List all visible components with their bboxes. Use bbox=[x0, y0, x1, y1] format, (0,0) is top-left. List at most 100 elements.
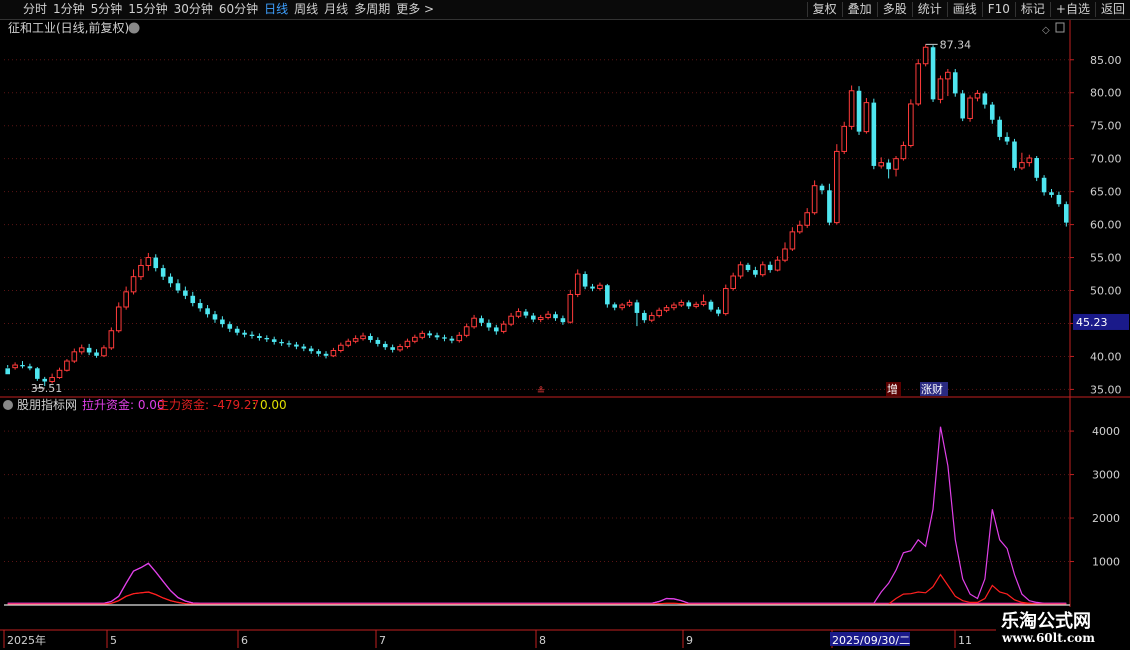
price-tick-label: 80.00 bbox=[1090, 87, 1122, 100]
candle-body bbox=[693, 303, 699, 307]
candle-body bbox=[5, 368, 10, 375]
candle-body bbox=[175, 283, 181, 291]
candle-body bbox=[759, 264, 766, 276]
candle-body bbox=[323, 353, 329, 356]
period-tab-6[interactable]: 日线 bbox=[261, 2, 291, 17]
indicator-tick-label: 2000 bbox=[1092, 512, 1120, 525]
candle-body bbox=[493, 327, 499, 332]
candle-body bbox=[286, 343, 292, 345]
period-tab-0[interactable]: 分时 bbox=[20, 2, 50, 17]
candle-body bbox=[930, 47, 936, 100]
candle-body bbox=[656, 309, 662, 317]
candle-body bbox=[605, 285, 610, 305]
candle-body bbox=[345, 340, 352, 346]
candle-body bbox=[279, 341, 284, 344]
candle-body bbox=[531, 315, 536, 320]
chart-title: 征和工业(日线,前复权) bbox=[8, 20, 129, 35]
candle-body bbox=[412, 336, 418, 342]
price-tick-label: 50.00 bbox=[1090, 285, 1122, 298]
candle-body bbox=[1034, 158, 1039, 178]
candle-body bbox=[841, 125, 848, 152]
indicator-value-2: : 0.00 bbox=[252, 398, 287, 412]
tool-button-6[interactable]: 标记 bbox=[1014, 2, 1050, 17]
candle-body bbox=[1019, 162, 1025, 169]
candle-body bbox=[227, 324, 233, 329]
candle-body bbox=[663, 307, 670, 311]
period-tab-10[interactable]: 更多 > bbox=[393, 2, 437, 17]
kline-chart[interactable]: 35.0040.0045.0050.0055.0060.0065.0070.00… bbox=[0, 20, 1130, 650]
candle-body bbox=[811, 185, 818, 214]
candle-body bbox=[1056, 194, 1062, 205]
candle-body bbox=[390, 347, 395, 350]
indicator-dropdown-icon[interactable] bbox=[3, 400, 13, 410]
candle-body bbox=[686, 302, 692, 307]
candle-body bbox=[590, 286, 595, 289]
candle-body bbox=[220, 319, 225, 325]
candle-body bbox=[863, 102, 870, 133]
candle-body bbox=[730, 275, 736, 290]
candle-body bbox=[352, 338, 359, 342]
date-label: 2025年 bbox=[7, 633, 46, 647]
candle-body bbox=[789, 231, 796, 250]
candle-body bbox=[123, 291, 129, 308]
candle-body bbox=[338, 344, 344, 352]
period-tab-1[interactable]: 1分钟 bbox=[50, 2, 88, 17]
badge-label: 涨财 bbox=[921, 382, 943, 396]
candle-body bbox=[78, 347, 85, 353]
period-tab-4[interactable]: 30分钟 bbox=[171, 2, 216, 17]
tool-button-0[interactable]: 复权 bbox=[806, 2, 842, 17]
period-toolbar: 分时 1分钟 5分钟 15分钟 30分钟 60分钟 日线 周线 月线 多周期 更多 > 复权 叠加 多股… bbox=[0, 0, 1130, 20]
tool-button-3[interactable]: 统计 bbox=[911, 2, 947, 17]
candle-body bbox=[1012, 141, 1017, 168]
period-tab-9[interactable]: 多周期 bbox=[351, 2, 393, 17]
candle-body bbox=[190, 295, 196, 304]
tool-button-7[interactable]: +自选 bbox=[1049, 2, 1095, 17]
candle-body bbox=[301, 346, 307, 349]
indicator-name: 股朋指标网 bbox=[17, 397, 77, 412]
candle-body bbox=[922, 46, 929, 65]
candle-body bbox=[774, 259, 781, 271]
candle-body bbox=[1004, 136, 1010, 142]
candle-body bbox=[804, 212, 810, 226]
title-dropdown-icon[interactable] bbox=[128, 22, 140, 34]
date-label: 5 bbox=[110, 634, 117, 647]
candle-body bbox=[960, 93, 965, 119]
tool-button-8[interactable]: 返回 bbox=[1094, 2, 1130, 17]
candle-body bbox=[716, 309, 721, 314]
price-tick-label: 40.00 bbox=[1090, 350, 1122, 363]
candle-body bbox=[368, 336, 373, 340]
tool-button-2[interactable]: 多股 bbox=[876, 2, 912, 17]
date-label: 8 bbox=[539, 634, 546, 647]
price-tick-label: 35.00 bbox=[1090, 383, 1122, 396]
candle-body bbox=[242, 332, 247, 335]
period-tab-5[interactable]: 60分钟 bbox=[216, 2, 261, 17]
candle-body bbox=[397, 346, 403, 351]
date-label: 7 bbox=[379, 634, 386, 647]
candle-body bbox=[678, 301, 685, 306]
tool-button-1[interactable]: 叠加 bbox=[841, 2, 877, 17]
candle-body bbox=[442, 337, 447, 339]
candle-body bbox=[360, 335, 366, 340]
tool-button-5[interactable]: F10 bbox=[981, 2, 1015, 17]
candle-body bbox=[108, 330, 115, 349]
candle-body bbox=[153, 257, 159, 269]
candle-body bbox=[560, 318, 566, 323]
candle-body bbox=[974, 92, 981, 99]
period-tab-2[interactable]: 5分钟 bbox=[88, 2, 126, 17]
candle-body bbox=[486, 322, 492, 328]
period-tab-7[interactable]: 周线 bbox=[291, 2, 321, 17]
watermark-title: 乐淘公式网 bbox=[1001, 611, 1091, 632]
period-tab-8[interactable]: 月线 bbox=[321, 2, 351, 17]
indicator-tick-label: 1000 bbox=[1092, 556, 1120, 569]
watermark: 乐淘公式网 www.60lt.com bbox=[996, 607, 1130, 650]
period-tab-3[interactable]: 15分钟 bbox=[125, 2, 170, 17]
tool-button-4[interactable]: 画线 bbox=[946, 2, 982, 17]
candle-body bbox=[183, 290, 188, 296]
price-tick-label: 85.00 bbox=[1090, 54, 1122, 67]
indicator-value-1: 主力资金: -479.27 bbox=[157, 397, 259, 412]
candle-body bbox=[35, 368, 40, 379]
candle-body bbox=[997, 119, 1002, 137]
candle-body bbox=[1041, 177, 1047, 193]
panel-icon bbox=[1055, 22, 1065, 33]
date-label: 6 bbox=[241, 634, 248, 647]
